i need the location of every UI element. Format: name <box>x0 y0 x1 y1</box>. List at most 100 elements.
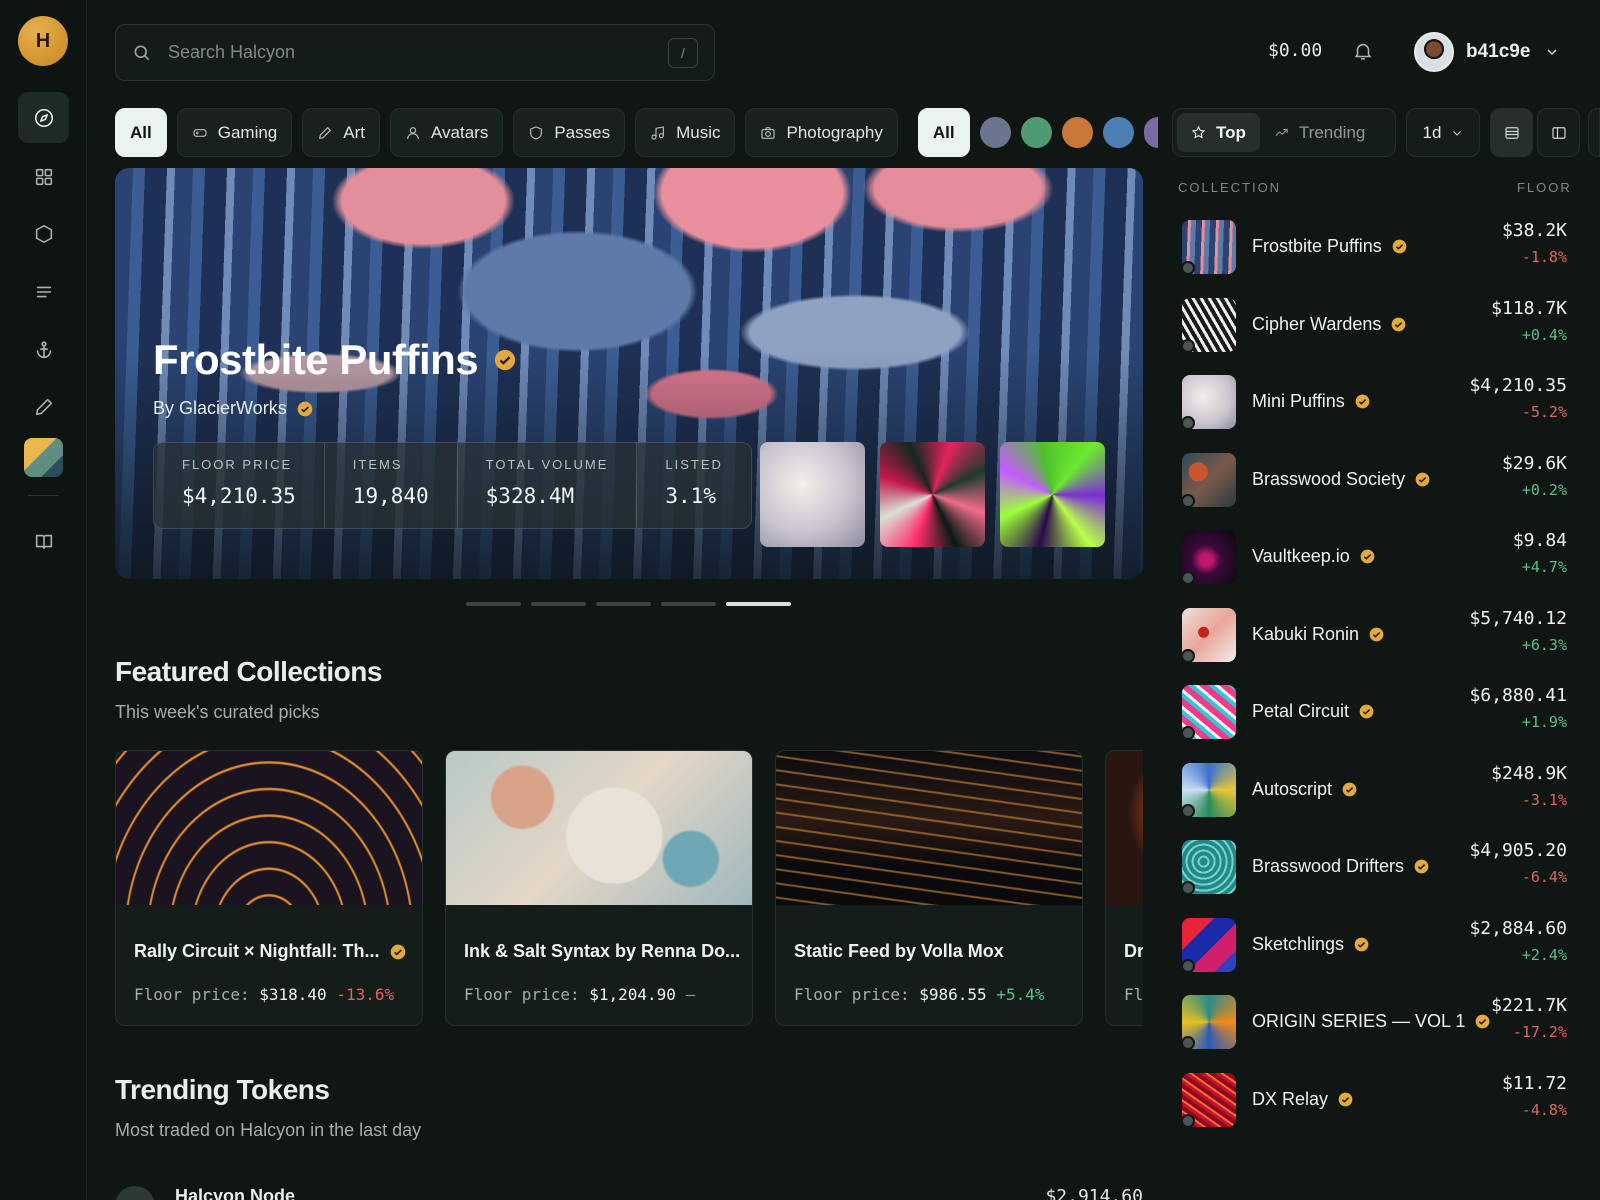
tab-label: Trending <box>1298 122 1366 142</box>
hero-banner[interactable]: Frostbite Puffins By GlacierWorks FLOOR … <box>115 168 1143 579</box>
token-row[interactable]: Halcyon Node $2,914.60 <box>115 1182 1143 1200</box>
explore-nav-button[interactable] <box>18 92 69 143</box>
hero-creator[interactable]: By GlacierWorks <box>153 398 313 419</box>
category-chip-music[interactable]: Music <box>635 108 736 157</box>
collection-name: Brasswood Society <box>1252 468 1406 489</box>
notifications-button[interactable] <box>1352 40 1374 62</box>
wallet-balance[interactable]: $0.00 <box>1268 40 1322 61</box>
collection-floor: $38.2K <box>1501 220 1567 241</box>
chip-label: Photography <box>786 122 883 142</box>
collection-row[interactable]: ORIGIN SERIES — VOL 1 $221.7K -17.2% <box>1181 991 1567 1053</box>
activity-nav-button[interactable] <box>18 266 69 317</box>
featured-card[interactable]: Ink & Salt Syntax by Renna Do... Floor p… <box>445 750 753 1026</box>
card-image <box>1106 751 1143 905</box>
carousel-dot[interactable] <box>531 602 586 606</box>
verified-badge-icon <box>390 944 406 960</box>
category-chip-gaming[interactable]: Gaming <box>176 108 293 157</box>
collection-name: Petal Circuit <box>1252 701 1350 721</box>
search-bar[interactable]: / <box>115 24 715 81</box>
card-title-row: Ink & Salt Syntax by Renna Do... <box>464 941 740 962</box>
tab-label: Top <box>1216 122 1246 142</box>
tokens-nav-button[interactable] <box>18 208 69 259</box>
carousel-dot[interactable] <box>466 602 521 606</box>
floor-label: Floor price: <box>794 985 910 1004</box>
category-chip-photography[interactable]: Photography <box>745 108 898 157</box>
collection-thumbnail <box>1181 607 1236 663</box>
collection-change: -6.4% <box>1521 868 1567 886</box>
chain-filter-dot[interactable] <box>1061 117 1093 148</box>
collection-thumbnail <box>1181 530 1236 585</box>
hero-title: Frostbite Puffins <box>153 336 479 383</box>
floor-label: Floor price: <box>134 985 250 1004</box>
collection-row[interactable]: Frostbite Puffins $38.2K -1.8% <box>1181 216 1567 278</box>
tab-trending[interactable]: Trending <box>1260 113 1379 152</box>
category-chip-all[interactable]: All <box>115 108 167 157</box>
collection-row[interactable]: Petal Circuit $6,880.41 +1.9% <box>1181 681 1567 743</box>
collection-thumbnail <box>1181 685 1236 740</box>
anchor-nav-button[interactable] <box>18 324 69 375</box>
chain-filter-dot[interactable] <box>979 117 1011 148</box>
chain-indicator <box>1181 493 1195 508</box>
featured-title: Featured Collections <box>115 656 382 687</box>
chain-chip-all[interactable]: All <box>917 108 970 157</box>
featured-card[interactable]: Static Feed by Volla Mox Floor price: $9… <box>775 750 1083 1026</box>
category-chip-passes[interactable]: Passes <box>513 108 626 157</box>
verified-badge-icon <box>1354 937 1369 952</box>
panel-view-button[interactable] <box>1537 108 1580 157</box>
chain-filter-dot[interactable] <box>1143 117 1158 148</box>
docs-nav-button[interactable] <box>18 516 69 567</box>
sidebar-panel-icon <box>1551 126 1566 139</box>
chip-label: Passes <box>554 122 611 142</box>
collection-row[interactable]: DX Relay $11.72 -4.8% <box>1181 1069 1567 1131</box>
collection-row[interactable]: Cipher Wardens $118.7K +0.4% <box>1181 294 1567 356</box>
tab-top[interactable]: Top <box>1177 113 1260 152</box>
category-chip-art[interactable]: Art <box>302 108 380 157</box>
collection-name: DX Relay <box>1252 1088 1329 1109</box>
theme-swatch-button[interactable] <box>24 438 63 477</box>
halcyon-logo[interactable]: H <box>18 16 68 66</box>
create-nav-button[interactable] <box>18 381 69 432</box>
star-icon <box>1191 125 1206 139</box>
floor-label: Floor price: <box>464 985 580 1004</box>
shield-icon <box>530 125 543 140</box>
column-header-floor: FLOOR <box>1517 180 1572 195</box>
stat-label: TOTAL VOLUME <box>485 457 609 472</box>
account-menu[interactable]: b41c9e <box>1414 32 1560 72</box>
chain-indicator <box>1181 261 1195 275</box>
chain-filter-dot[interactable] <box>1020 117 1052 148</box>
carousel-dot[interactable] <box>661 602 716 606</box>
collection-thumbnail <box>1181 452 1236 508</box>
collection-change: -17.2% <box>1512 1023 1567 1041</box>
list-view-button[interactable] <box>1490 108 1533 157</box>
carousel-dot-active[interactable] <box>726 602 791 606</box>
collection-change: +4.7% <box>1521 558 1567 576</box>
collection-row[interactable]: Sketchlings $2,884.60 +2.4% <box>1181 914 1567 976</box>
collection-row[interactable]: Vaultkeep.io $9.84 +4.7% <box>1181 526 1567 588</box>
list-icon <box>36 286 51 297</box>
hero-item-thumbnail[interactable] <box>880 442 985 547</box>
chevron-down-icon <box>1453 130 1462 136</box>
collection-row[interactable]: Autoscript $248.9K -3.1% <box>1181 759 1567 821</box>
featured-card[interactable]: Dri Flo <box>1105 750 1143 1026</box>
more-view-button[interactable] <box>1588 108 1600 157</box>
collection-row[interactable]: Mini Puffins $4,210.35 -5.2% <box>1181 371 1567 433</box>
collection-row[interactable]: Brasswood Society $29.6K +0.2% <box>1181 449 1567 511</box>
carousel-dot[interactable] <box>596 602 651 606</box>
verified-badge-icon <box>1392 239 1407 254</box>
category-chip-avatars[interactable]: Avatars <box>390 108 504 157</box>
chain-filter-dot[interactable] <box>1102 117 1134 148</box>
collection-name-row: Vaultkeep.io <box>1252 546 1375 567</box>
bell-icon <box>1354 43 1372 60</box>
collection-row[interactable]: Kabuki Ronin $5,740.12 +6.3% <box>1181 604 1567 666</box>
hero-item-thumbnail[interactable] <box>760 442 865 547</box>
search-input[interactable] <box>168 42 668 63</box>
collections-nav-button[interactable] <box>18 151 69 202</box>
collection-row[interactable]: Brasswood Drifters $4,905.20 -6.4% <box>1181 836 1567 898</box>
card-floor-price: Floor price: $1,204.90 — <box>464 985 695 1004</box>
period-select[interactable]: 1d <box>1406 108 1480 157</box>
hero-item-thumbnail[interactable] <box>1000 442 1105 547</box>
featured-card[interactable]: Rally Circuit × Nightfall: Th... Floor p… <box>115 750 423 1026</box>
collection-change: -5.2% <box>1521 403 1567 421</box>
creator-label: By GlacierWorks <box>153 398 287 418</box>
collection-floor: $29.6K <box>1501 452 1567 474</box>
